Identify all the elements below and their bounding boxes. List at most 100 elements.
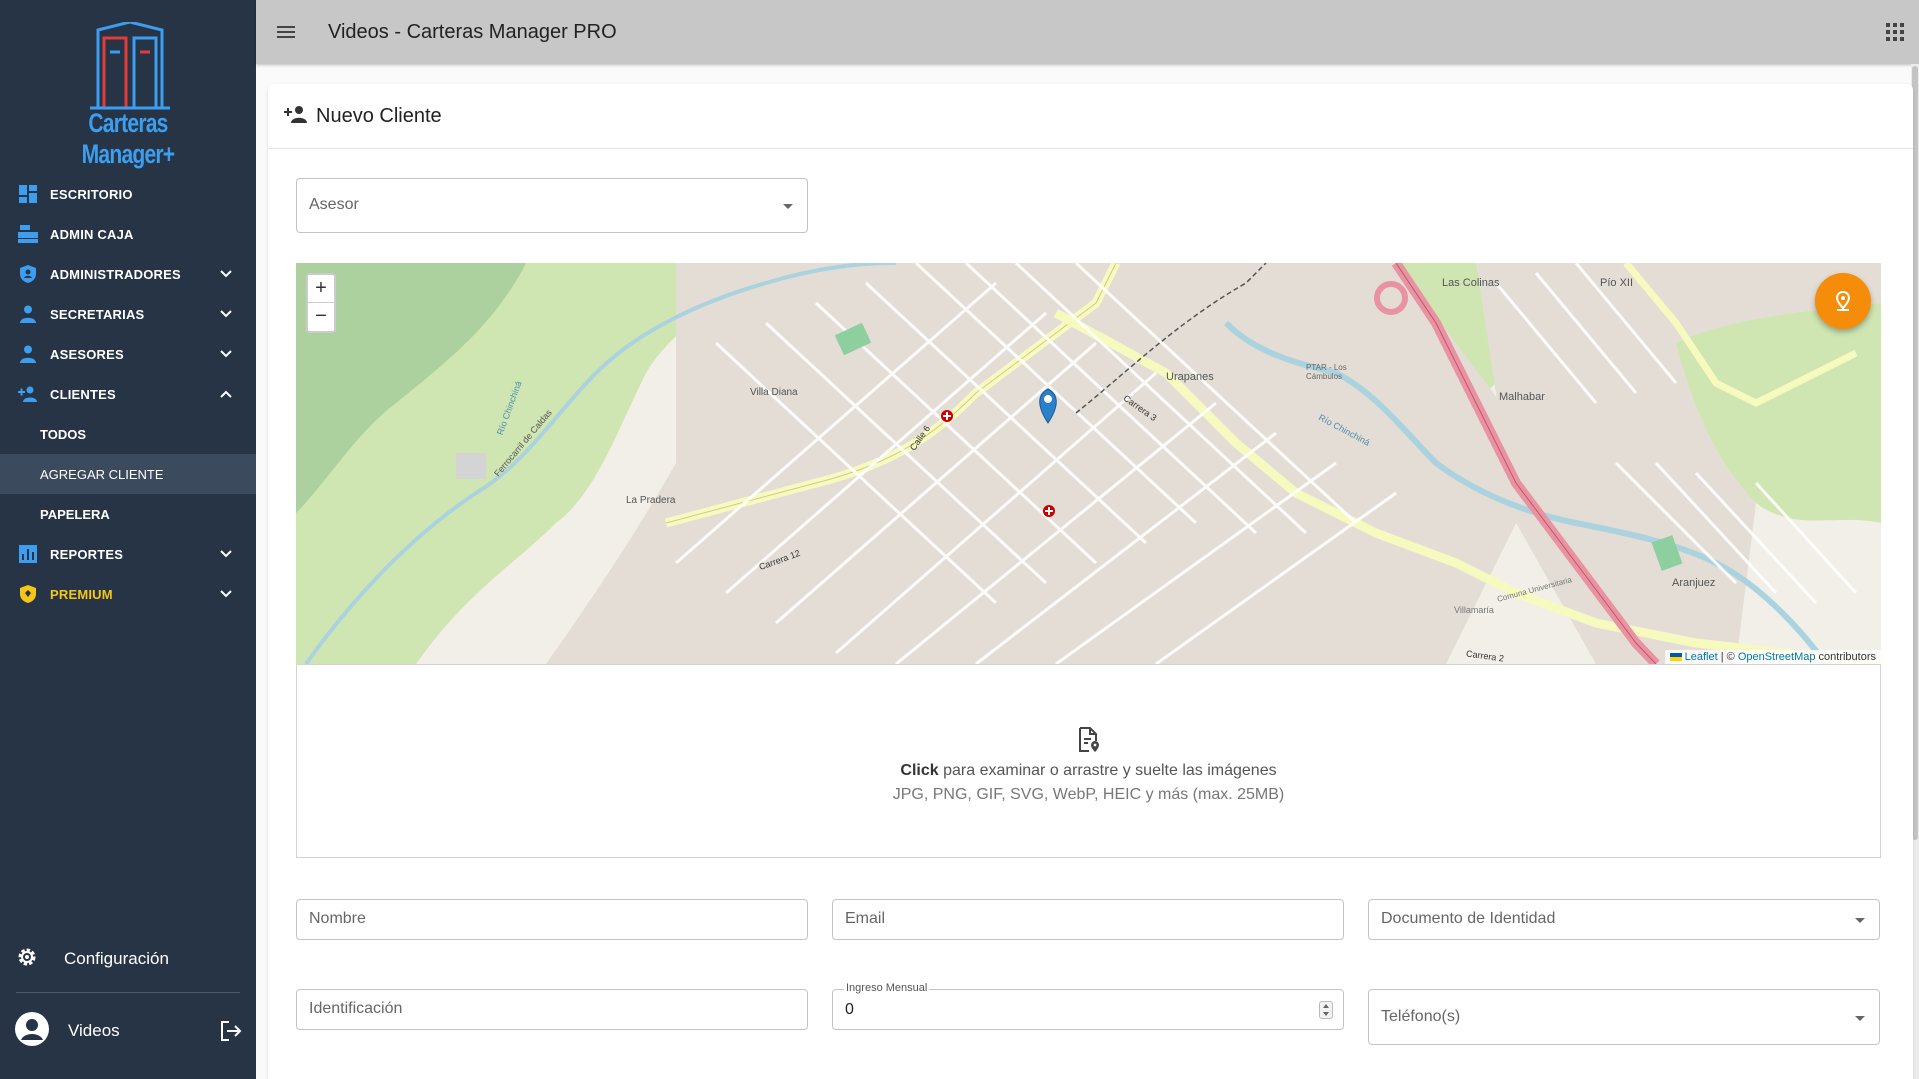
chevron-down-icon — [220, 590, 232, 598]
chevron-down-icon — [220, 310, 232, 318]
ingreso-mensual-field[interactable]: Ingreso Mensual 0 — [832, 982, 1344, 1030]
documento-label: Documento de Identidad — [1381, 910, 1556, 927]
sidebar-item-label: CLIENTES — [50, 386, 116, 402]
sidebar-item-label: SECRETARIAS — [50, 306, 145, 322]
dropdown-arrow-icon — [1855, 918, 1865, 923]
telefono-label: Teléfono(s) — [1381, 1008, 1461, 1025]
sidebar-item-administradores[interactable]: ADMINISTRADORES — [0, 254, 256, 294]
dropzone-text: para examinar o arrastre y suelte las im… — [938, 762, 1277, 779]
hamburger-menu-icon[interactable] — [274, 20, 298, 44]
user-profile[interactable]: Videos — [0, 993, 256, 1069]
image-dropzone[interactable]: Click para examinar o arrastre y suelte … — [296, 664, 1881, 858]
sidebar-item-escritorio[interactable]: ESCRITORIO — [0, 174, 256, 214]
attribution-suffix: contributors — [1815, 651, 1876, 663]
user-tie-icon — [18, 304, 38, 324]
sidebar-item-admin-caja[interactable]: ADMIN CAJA — [0, 214, 256, 254]
card-title: Nuevo Cliente — [316, 104, 442, 127]
map-label: La Pradera — [626, 495, 676, 506]
dropzone-click[interactable]: Click — [900, 762, 938, 779]
app-logo[interactable]: Carteras Manager+ — [30, 20, 226, 169]
logout-icon[interactable] — [220, 1021, 242, 1046]
sidebar-item-label: ADMIN CAJA — [50, 226, 134, 242]
sidebar-item-clientes[interactable]: CLIENTES — [0, 374, 256, 414]
chevron-down-icon — [220, 550, 232, 558]
zoom-in-button[interactable]: + — [308, 275, 334, 303]
identificacion-label: Identificación — [309, 1000, 403, 1017]
user-icon — [18, 344, 38, 364]
email-label: Email — [845, 910, 886, 927]
premium-shield-icon — [18, 584, 38, 604]
logo-text: Carteras Manager+ — [81, 108, 175, 169]
file-upload-icon — [1077, 727, 1101, 758]
sidebar-subitem-agregar-cliente[interactable]: AGREGAR CLIENTE — [0, 454, 256, 494]
account-circle-icon — [14, 1011, 50, 1052]
locate-me-button[interactable] — [1815, 273, 1871, 329]
sidebar-item-asesores[interactable]: ASESORES — [0, 334, 256, 374]
dropzone-formats: JPG, PNG, GIF, SVG, WebP, HEIC y más (ma… — [892, 786, 1285, 803]
dropzone-instruction: Click para examinar o arrastre y suelte … — [297, 762, 1880, 780]
location-map[interactable]: Villa Diana La Pradera Urapanes Las Coli… — [296, 263, 1881, 664]
email-field[interactable]: Email — [832, 899, 1344, 940]
map-label: PTAR - Los Cámbulos — [1306, 363, 1347, 381]
nombre-field[interactable]: Nombre — [296, 899, 808, 940]
telefono-select[interactable]: Teléfono(s) — [1368, 989, 1880, 1045]
card-header: Nuevo Cliente — [268, 84, 1913, 149]
chevron-down-icon — [220, 270, 232, 278]
gear-icon — [16, 946, 38, 973]
sidebar-item-label: PREMIUM — [50, 586, 113, 602]
chevron-down-icon — [220, 350, 232, 358]
sidebar-item-label: ESCRITORIO — [50, 186, 133, 202]
dashboard-icon — [18, 184, 38, 204]
sidebar-footer: Configuración Videos — [0, 936, 256, 1069]
dropdown-arrow-icon — [1855, 1016, 1865, 1021]
sidebar-nav: ESCRITORIO ADMIN CAJA ADMINISTRADORES SE… — [0, 174, 256, 614]
sidebar-subitem-todos[interactable]: TODOS — [0, 414, 256, 454]
app-topbar: Videos - Carteras Manager PRO — [256, 0, 1919, 64]
ingreso-label: Ingreso Mensual — [844, 982, 930, 994]
map-label: Malhabar — [1499, 391, 1545, 403]
logo-mark-icon — [90, 20, 170, 110]
leaflet-link[interactable]: Leaflet — [1685, 651, 1718, 663]
attribution-separator: | © — [1717, 651, 1738, 663]
map-attribution: Leaflet | © OpenStreetMap contributors — [1664, 650, 1881, 664]
zoom-control: + − — [306, 273, 336, 333]
documento-select[interactable]: Documento de Identidad — [1368, 899, 1880, 940]
map-label: Villa Diana — [750, 387, 798, 398]
asesor-select[interactable]: Asesor — [296, 178, 808, 233]
dropdown-arrow-icon — [783, 204, 793, 209]
identificacion-field[interactable]: Identificación — [296, 989, 808, 1030]
sidebar-item-label: ASESORES — [50, 346, 124, 362]
map-label: Urapanes — [1166, 371, 1214, 383]
map-tiles[interactable] — [296, 263, 1881, 664]
number-stepper[interactable] — [1319, 1001, 1333, 1019]
asesor-label: Asesor — [309, 196, 359, 213]
map-label: Aranjuez — [1672, 577, 1716, 589]
sidebar-item-secretarias[interactable]: SECRETARIAS — [0, 294, 256, 334]
user-name: Videos — [68, 1021, 120, 1040]
settings-link[interactable]: Configuración — [0, 936, 256, 982]
sidebar-item-premium[interactable]: PREMIUM — [0, 574, 256, 614]
flag-icon — [1669, 653, 1682, 662]
sidebar-item-label: REPORTES — [50, 546, 124, 562]
sidebar-item-label: ADMINISTRADORES — [50, 266, 181, 282]
cash-register-icon — [18, 224, 38, 244]
osm-link[interactable]: OpenStreetMap — [1738, 651, 1816, 663]
apps-grid-icon[interactable] — [1885, 22, 1905, 47]
map-pin-icon — [1835, 290, 1851, 311]
nombre-label: Nombre — [309, 910, 366, 927]
sidebar-item-reportes[interactable]: REPORTES — [0, 534, 256, 574]
sidebar: Carteras Manager+ ESCRITORIO ADMIN CAJA … — [0, 0, 256, 1079]
map-label: Las Colinas — [1442, 277, 1500, 289]
settings-label: Configuración — [64, 949, 169, 968]
chevron-up-icon — [220, 390, 232, 398]
map-label: Pío XII — [1600, 277, 1634, 289]
map-label: Villamaría — [1454, 605, 1494, 615]
zoom-out-button[interactable]: − — [308, 303, 334, 331]
bar-chart-icon — [18, 544, 38, 564]
shield-user-icon — [18, 264, 38, 284]
add-user-icon — [284, 105, 308, 128]
sidebar-subitem-papelera[interactable]: PAPELERA — [0, 494, 256, 534]
add-user-icon — [18, 384, 38, 404]
ingreso-value: 0 — [845, 1001, 854, 1018]
page-title: Videos - Carteras Manager PRO — [328, 20, 617, 43]
